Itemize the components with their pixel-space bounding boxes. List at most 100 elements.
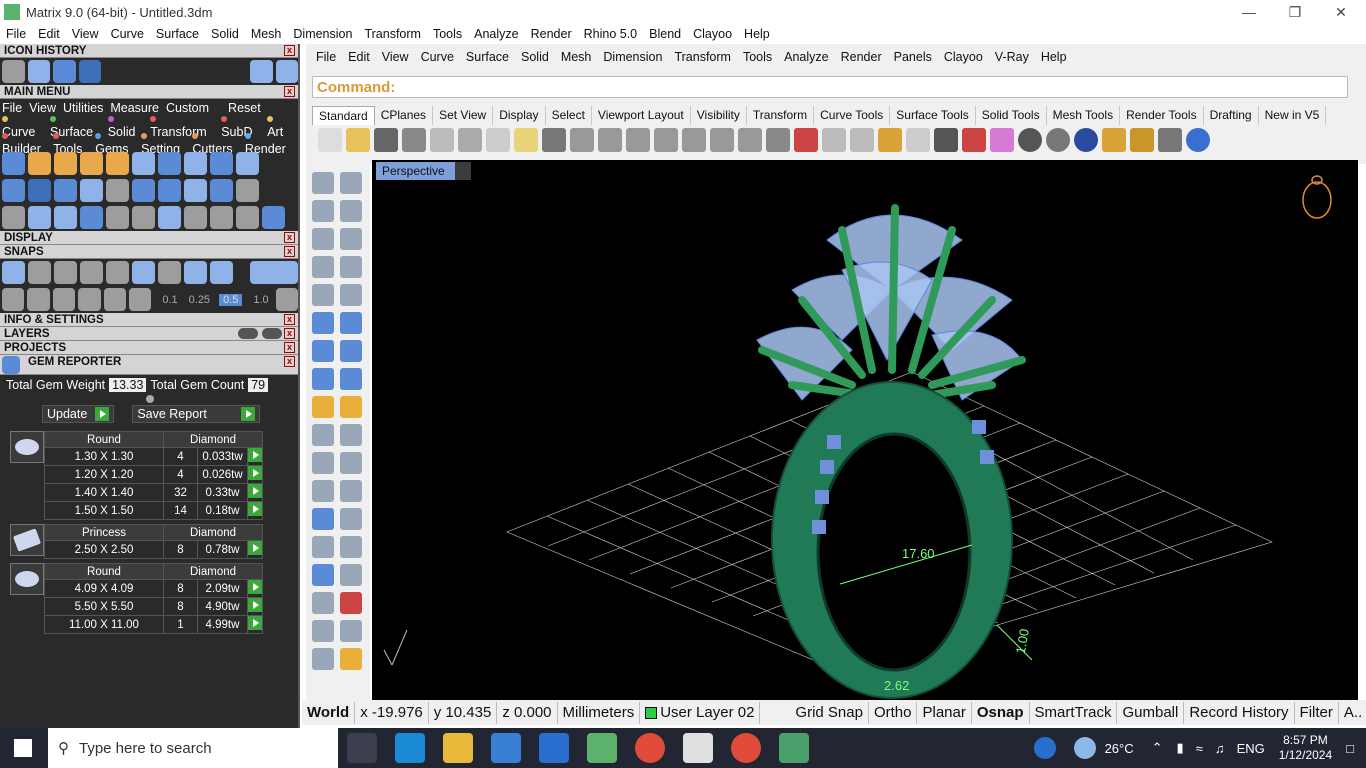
row-play-button[interactable]	[247, 615, 263, 634]
copy-icon[interactable]	[486, 128, 510, 152]
menu-rhino5[interactable]: Rhino 5.0	[578, 27, 644, 41]
tab-curve-tools[interactable]: Curve Tools	[814, 106, 891, 125]
snap-icon[interactable]	[184, 261, 207, 284]
snap-icon[interactable]	[52, 288, 76, 311]
perspective-viewport[interactable]: 17.60 1.00 2.62 Perspective	[372, 160, 1358, 700]
chrome-icon[interactable]	[635, 733, 665, 763]
viewport-layout-icon[interactable]	[766, 128, 790, 152]
render-icon[interactable]	[1074, 128, 1098, 152]
splitter-handle-icon[interactable]	[146, 395, 154, 403]
color-wheel-icon[interactable]	[990, 128, 1014, 152]
tool-icon[interactable]	[28, 152, 51, 175]
tool-icon[interactable]	[106, 152, 129, 175]
snap-value-025[interactable]: 0.25	[189, 294, 210, 306]
main-menu-header[interactable]: MAIN MENU x	[0, 85, 298, 99]
rmenu-help[interactable]: Help	[1035, 50, 1073, 64]
eye-icon[interactable]	[262, 328, 282, 339]
polygon-icon[interactable]	[312, 284, 334, 306]
snap-icon[interactable]	[106, 261, 129, 284]
row-play-button[interactable]	[247, 597, 263, 616]
gear-icon[interactable]	[184, 179, 207, 202]
close-icon[interactable]: x	[284, 342, 295, 353]
taskbar-search[interactable]: ⚲ Type here to search	[48, 728, 338, 768]
snap-icon[interactable]	[78, 288, 101, 311]
tool-icon[interactable]	[236, 152, 259, 175]
filter-icon[interactable]	[1102, 128, 1126, 152]
menu-transform[interactable]: Transform	[358, 27, 427, 41]
tool-icon[interactable]	[54, 179, 77, 202]
shaded-icon[interactable]	[1018, 128, 1042, 152]
rectangle-icon[interactable]	[340, 256, 362, 278]
paint-icon[interactable]	[340, 648, 362, 670]
menu-dimension[interactable]: Dimension	[287, 27, 358, 41]
split-icon[interactable]	[340, 424, 362, 446]
tool-icon[interactable]	[28, 206, 51, 229]
display-header[interactable]: DISPLAY x	[0, 231, 298, 245]
close-icon[interactable]: ✕	[1318, 0, 1364, 24]
new-icon[interactable]	[318, 128, 342, 152]
rmenu-mesh[interactable]: Mesh	[555, 50, 598, 64]
lock-icon[interactable]	[934, 128, 958, 152]
matrix-app-icon[interactable]	[587, 733, 617, 763]
tool-icon[interactable]	[2, 179, 25, 202]
row-play-button[interactable]	[247, 447, 263, 466]
planar-toggle[interactable]: Planar	[917, 701, 972, 724]
pan-icon[interactable]	[570, 128, 594, 152]
tab-viewport-layout[interactable]: Viewport Layout	[592, 106, 691, 125]
ortho-toggle[interactable]: Ortho	[869, 701, 918, 724]
tab-mesh-tools[interactable]: Mesh Tools	[1047, 106, 1121, 125]
tool-icon[interactable]	[236, 179, 259, 202]
tab-display[interactable]: Display	[493, 106, 546, 125]
tool-icon[interactable]	[210, 206, 233, 229]
text-icon[interactable]	[312, 508, 334, 530]
snap-icon[interactable]	[132, 261, 155, 284]
cube-icon[interactable]	[27, 288, 50, 311]
undo-view-icon[interactable]	[738, 128, 762, 152]
menu-analyze[interactable]: Analyze	[468, 27, 524, 41]
tab-new-in-v5[interactable]: New in V5	[1259, 106, 1327, 125]
edge-icon[interactable]	[395, 733, 425, 763]
zoom-window-icon[interactable]	[654, 128, 678, 152]
menu-file[interactable]: File	[0, 27, 32, 41]
gear-icon[interactable]	[53, 60, 76, 83]
offset-icon[interactable]	[340, 480, 362, 502]
units-status[interactable]: Millimeters	[558, 701, 641, 724]
undo-icon[interactable]	[542, 128, 566, 152]
menu-curve[interactable]: Curve	[105, 27, 150, 41]
export-icon[interactable]	[430, 128, 454, 152]
tool-icon[interactable]	[158, 179, 181, 202]
grid-snap-toggle[interactable]: Grid Snap	[790, 701, 869, 724]
tab-select[interactable]: Select	[546, 106, 592, 125]
tool-icon[interactable]	[106, 179, 129, 202]
ellipse-icon[interactable]	[340, 228, 362, 250]
tool-icon[interactable]	[158, 152, 181, 175]
scissors-icon[interactable]	[236, 206, 259, 229]
tool-icon[interactable]	[54, 206, 77, 229]
row-play-button[interactable]	[247, 579, 263, 598]
tool-icon[interactable]	[158, 206, 181, 229]
store-icon[interactable]	[491, 733, 521, 763]
grid-icon[interactable]	[275, 288, 299, 311]
dimension-icon[interactable]	[1158, 128, 1182, 152]
close-icon[interactable]: x	[284, 232, 295, 243]
cplane-icon[interactable]	[850, 128, 874, 152]
snap-toggle-icon[interactable]	[250, 261, 298, 284]
gear-icon[interactable]	[2, 60, 25, 83]
tool-icon[interactable]	[132, 152, 155, 175]
zoom-app-icon[interactable]	[683, 733, 713, 763]
close-icon[interactable]: x	[284, 246, 295, 257]
weather-icon[interactable]	[1073, 737, 1096, 759]
check-icon[interactable]	[340, 620, 362, 642]
tool-icon[interactable]	[132, 206, 155, 229]
tab-render-tools[interactable]: Render Tools	[1120, 106, 1204, 125]
pointer-icon[interactable]	[78, 60, 101, 83]
rmenu-view[interactable]: View	[376, 50, 415, 64]
group-icon[interactable]	[340, 452, 362, 474]
rmenu-clayoo[interactable]: Clayoo	[938, 50, 989, 64]
circle-icon[interactable]	[312, 228, 334, 250]
task-view-icon[interactable]	[347, 733, 377, 763]
close-icon[interactable]: x	[284, 356, 295, 367]
tab-transform[interactable]: Transform	[747, 106, 815, 125]
snap-value-05[interactable]: 0.5	[219, 293, 243, 306]
file-explorer-icon[interactable]	[443, 733, 473, 763]
